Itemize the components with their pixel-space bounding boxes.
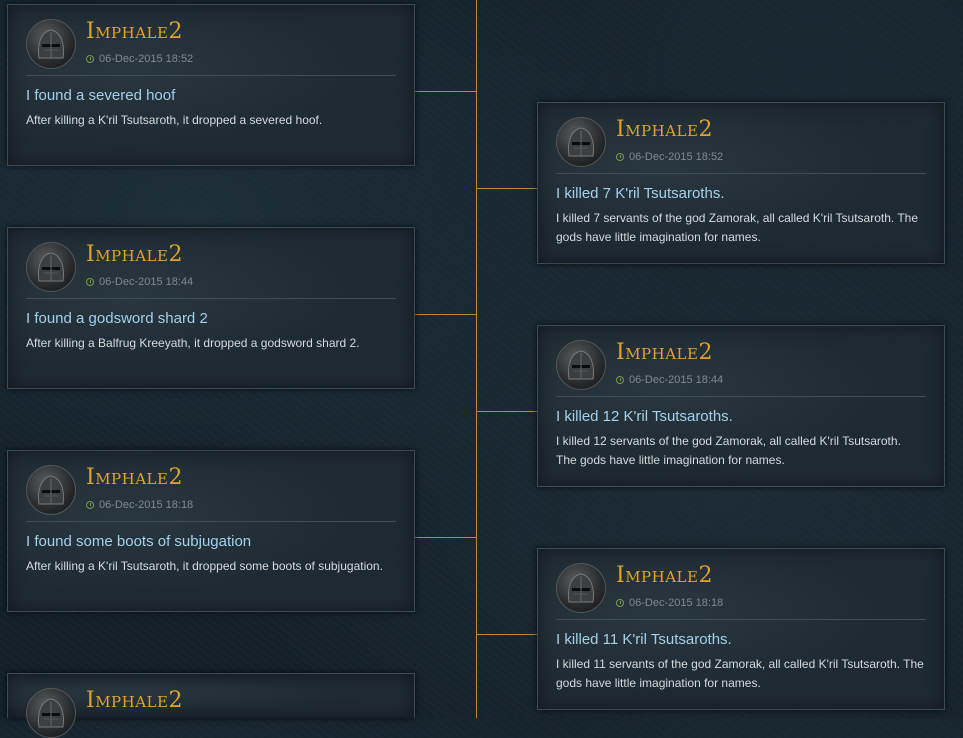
entry-title: I found a godsword shard 2: [26, 310, 208, 327]
timeline-connector: [477, 188, 537, 189]
clock-icon: [616, 153, 624, 161]
knight-helmet-icon[interactable]: [26, 242, 76, 292]
player-name[interactable]: Imphale2: [86, 467, 183, 489]
knight-helmet-icon[interactable]: [556, 340, 606, 390]
timestamp: 06-Dec-2015 18:44: [629, 374, 724, 386]
clock-icon: [616, 599, 624, 607]
divider: [26, 521, 396, 522]
player-name[interactable]: Imphale2: [616, 565, 713, 587]
entry-text: After killing a Balfrug Kreeyath, it dro…: [26, 336, 360, 350]
entry-text: After killing a K'ril Tsutsaroth, it dro…: [26, 113, 323, 127]
timeline-connector: [477, 634, 537, 635]
timestamp: 06-Dec-2015 18:52: [99, 53, 194, 65]
entry-text: I killed 11 servants of the god Zamorak,…: [556, 657, 924, 690]
divider: [556, 396, 926, 397]
timestamp-row: 06-Dec-2015 18:18: [616, 597, 723, 609]
timeline-connector: [415, 91, 477, 92]
knight-helmet-icon[interactable]: [556, 117, 606, 167]
entry-text: After killing a K'ril Tsutsaroth, it dro…: [26, 559, 383, 573]
player-name[interactable]: Imphale2: [616, 119, 713, 141]
activity-card: Imphale2 06-Dec-2015 18:18 I killed 11 K…: [537, 548, 945, 710]
player-name[interactable]: Imphale2: [86, 244, 183, 266]
entry-title: I killed 12 K'ril Tsutsaroths.: [556, 408, 733, 425]
clock-icon: [86, 278, 94, 286]
activity-card: Imphale2 06-Dec-2015 18:52 I found a sev…: [7, 4, 415, 166]
entry-title: I found some boots of subjugation: [26, 533, 252, 550]
timestamp: 06-Dec-2015 18:18: [629, 597, 724, 609]
timestamp-row: 06-Dec-2015 18:52: [86, 53, 193, 65]
timestamp-row: 06-Dec-2015 18:44: [86, 276, 193, 288]
clock-icon: [86, 501, 94, 509]
divider: [556, 619, 926, 620]
timestamp-row: 06-Dec-2015 18:52: [616, 151, 723, 163]
entry-title: I killed 11 K'ril Tsutsaroths.: [556, 631, 732, 648]
knight-helmet-icon[interactable]: [556, 563, 606, 613]
timeline-connector: [415, 537, 477, 538]
activity-card: Imphale2 06-Dec-2015 18:52 I killed 7 K'…: [537, 102, 945, 264]
timestamp-row: 06-Dec-2015 18:18: [86, 499, 193, 511]
activity-card: Imphale2: [7, 673, 415, 738]
entry-title: I found a severed hoof: [26, 87, 176, 104]
timestamp: 06-Dec-2015 18:18: [99, 499, 194, 511]
activity-card: Imphale2 06-Dec-2015 18:18 I found some …: [7, 450, 415, 612]
knight-helmet-icon[interactable]: [26, 465, 76, 515]
timestamp: 06-Dec-2015 18:52: [629, 151, 724, 163]
divider: [26, 298, 396, 299]
activity-card: Imphale2 06-Dec-2015 18:44 I found a god…: [7, 227, 415, 389]
entry-title: I killed 7 K'ril Tsutsaroths.: [556, 185, 725, 202]
divider: [26, 75, 396, 76]
entry-text: I killed 12 servants of the god Zamorak,…: [556, 434, 901, 467]
timestamp: 06-Dec-2015 18:44: [99, 276, 194, 288]
player-name[interactable]: Imphale2: [86, 21, 183, 43]
player-name[interactable]: Imphale2: [616, 342, 713, 364]
entry-text: I killed 7 servants of the god Zamorak, …: [556, 211, 919, 244]
knight-helmet-icon[interactable]: [26, 688, 76, 738]
timeline-connector: [415, 314, 477, 315]
clock-icon: [616, 376, 624, 384]
activity-card: Imphale2 06-Dec-2015 18:44 I killed 12 K…: [537, 325, 945, 487]
knight-helmet-icon[interactable]: [26, 19, 76, 69]
timeline-connector: [477, 411, 537, 412]
divider: [556, 173, 926, 174]
timeline-line: [476, 0, 477, 718]
player-name[interactable]: Imphale2: [86, 690, 183, 712]
clock-icon: [86, 55, 94, 63]
timestamp-row: 06-Dec-2015 18:44: [616, 374, 723, 386]
